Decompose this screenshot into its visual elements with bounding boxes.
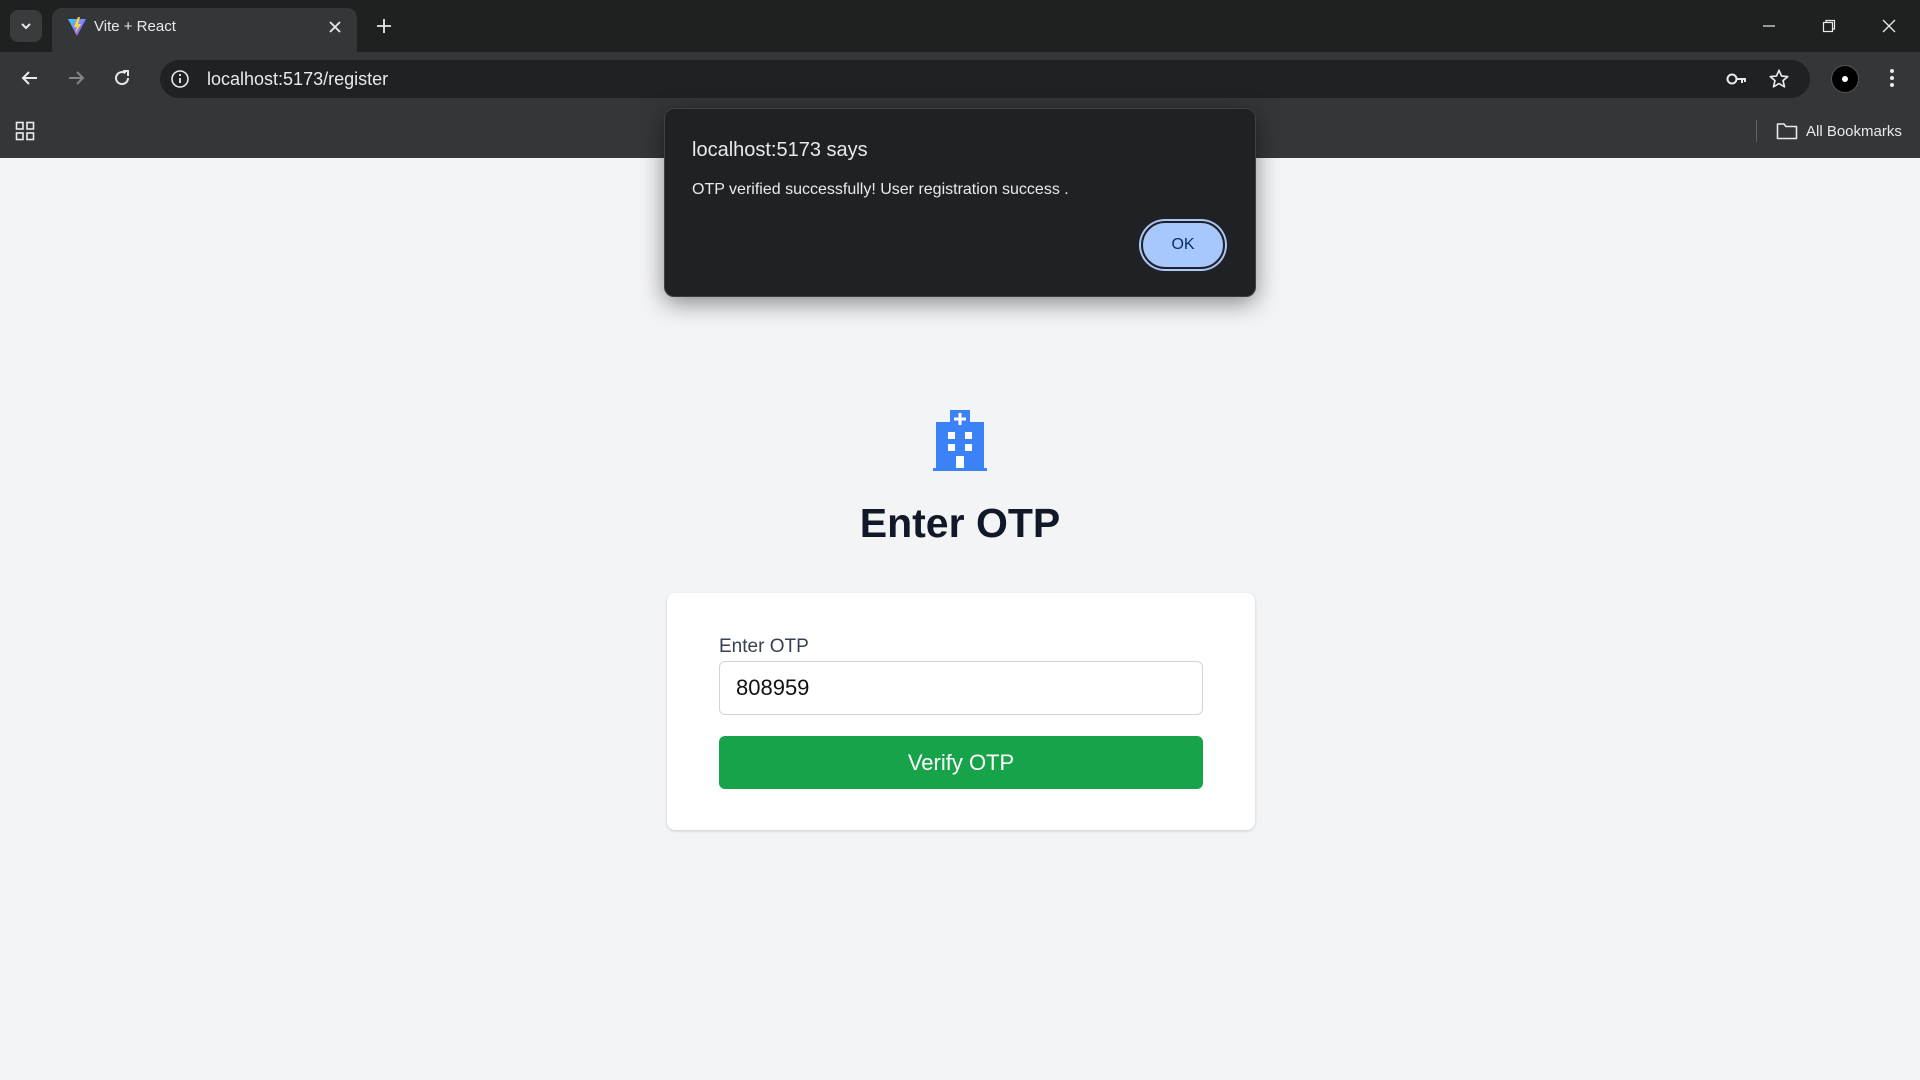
- dialog-title: localhost:5173 says: [692, 139, 868, 161]
- tab-strip: Vite + React: [0, 0, 1920, 52]
- minimize-button[interactable]: [1751, 12, 1787, 40]
- apps-button[interactable]: [12, 118, 38, 144]
- restore-button[interactable]: [1811, 12, 1847, 40]
- dialog-message: OTP verified successfully! User registra…: [692, 181, 1069, 198]
- vite-favicon: [68, 17, 86, 36]
- hospital-icon: [933, 410, 987, 471]
- forward-button[interactable]: [60, 62, 92, 94]
- browser-menu-button[interactable]: [1878, 64, 1906, 92]
- alert-dialog: localhost:5173 says OTP verified success…: [664, 108, 1256, 297]
- folder-icon: [1776, 123, 1798, 140]
- reload-button[interactable]: [106, 62, 138, 94]
- star-icon: [1769, 69, 1789, 88]
- chevron-down-icon: [21, 23, 31, 30]
- password-key-icon: [1726, 73, 1746, 85]
- page-title: Enter OTP: [859, 500, 1061, 546]
- site-info-button[interactable]: [168, 67, 192, 91]
- browser-tab[interactable]: Vite + React: [52, 8, 357, 52]
- forward-arrow-icon: [69, 71, 85, 85]
- profile-avatar[interactable]: [1831, 65, 1859, 93]
- minimize-icon: [1763, 25, 1775, 27]
- apps-grid-icon: [15, 121, 35, 141]
- otp-form-card: Enter OTP Verify OTP: [667, 593, 1255, 830]
- reload-icon: [115, 70, 130, 86]
- tab-close-button[interactable]: [323, 15, 347, 39]
- browser-toolbar: localhost:5173/register: [0, 52, 1920, 104]
- tab-search-button[interactable]: [10, 10, 42, 42]
- password-manager-button[interactable]: [1725, 67, 1749, 91]
- bookmark-star-button[interactable]: [1767, 67, 1791, 91]
- dialog-ok-button[interactable]: OK: [1141, 221, 1225, 269]
- back-arrow-icon: [21, 71, 37, 85]
- window-close-button[interactable]: [1871, 12, 1907, 40]
- restore-icon: [1822, 19, 1836, 33]
- window-close-icon: [1882, 19, 1896, 33]
- otp-field-label: Enter OTP: [719, 636, 809, 657]
- plus-icon: [377, 19, 391, 33]
- address-bar[interactable]: localhost:5173/register: [160, 60, 1810, 98]
- verify-otp-button[interactable]: Verify OTP: [719, 736, 1203, 789]
- close-icon: [329, 21, 341, 33]
- bookmarks-separator: [1756, 120, 1757, 142]
- all-bookmarks-label: All Bookmarks: [1806, 122, 1902, 140]
- tab-title: Vite + React: [94, 18, 176, 35]
- more-vert-icon: [1890, 69, 1894, 87]
- otp-input[interactable]: [719, 661, 1203, 715]
- back-button[interactable]: [14, 62, 46, 94]
- url-text: localhost:5173/register: [207, 69, 389, 89]
- new-tab-button[interactable]: [370, 12, 398, 40]
- all-bookmarks-button[interactable]: All Bookmarks: [1776, 118, 1902, 144]
- site-info-icon: [171, 70, 189, 88]
